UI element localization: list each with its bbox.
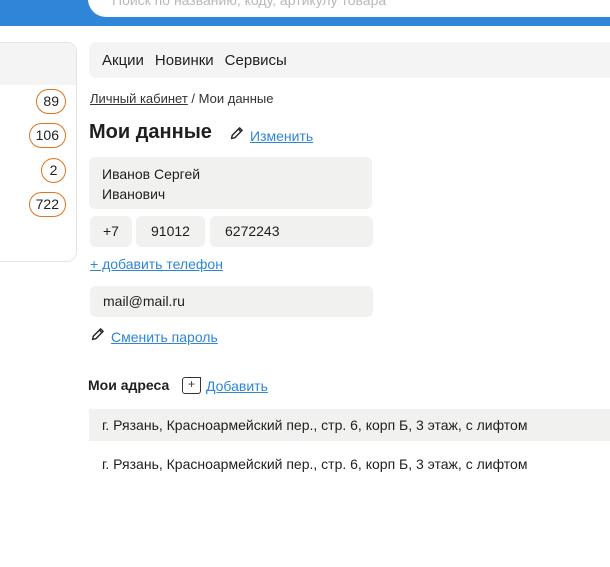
- sidebar-count-badge: 722: [28, 192, 66, 217]
- nav-item-services[interactable]: Сервисы: [225, 52, 287, 69]
- email-field[interactable]: mail@mail.ru: [90, 286, 373, 317]
- add-address-button[interactable]: + Добавить: [182, 377, 268, 394]
- address-row[interactable]: г. Рязань, Красноармейский пер., стр. 6,…: [89, 448, 610, 480]
- phone-area-code-field[interactable]: 91012: [136, 216, 205, 247]
- sidebar-count-badge: 89: [36, 89, 66, 114]
- sidebar-panel: 89 106 2 722: [0, 42, 77, 262]
- edit-profile-link[interactable]: Изменить: [250, 128, 313, 144]
- search-input-placeholder[interactable]: Поиск по названию, коду, артикулу товара: [112, 0, 386, 8]
- nav-item-promotions[interactable]: Акции: [102, 52, 144, 69]
- sidebar-count-badge: 2: [41, 158, 66, 183]
- name-line-1: Иванов Сергей: [102, 166, 201, 182]
- nav-bar: Акции Новинки Сервисы: [89, 42, 610, 78]
- pencil-icon: [90, 326, 106, 347]
- breadcrumb-separator: /: [187, 91, 199, 106]
- breadcrumb-link-account[interactable]: Личный кабинет: [90, 91, 188, 106]
- breadcrumb-current: Мои данные: [198, 91, 274, 106]
- change-password-link[interactable]: Сменить пароль: [111, 329, 218, 345]
- name-line-2: Иванович: [102, 186, 166, 202]
- phone-number-field[interactable]: 6272243: [210, 216, 373, 247]
- sidebar-panel-header: [0, 43, 76, 85]
- nav-item-new[interactable]: Новинки: [155, 52, 214, 69]
- breadcrumb: Личный кабинет / Мои данные: [90, 91, 273, 106]
- address-row[interactable]: г. Рязань, Красноармейский пер., стр. 6,…: [89, 409, 610, 441]
- edit-profile-button[interactable]: Изменить: [229, 125, 313, 146]
- phone-country-code-field[interactable]: +7: [90, 216, 132, 247]
- add-box-icon: +: [182, 377, 201, 394]
- add-phone-link[interactable]: + добавить телефон: [90, 256, 223, 272]
- add-address-link[interactable]: Добавить: [206, 378, 268, 394]
- sidebar-count-badge: 106: [28, 123, 66, 148]
- addresses-title: Мои адреса: [88, 377, 170, 393]
- full-name-field[interactable]: Иванов Сергей Иванович: [89, 157, 372, 209]
- change-password-button[interactable]: Сменить пароль: [90, 326, 218, 347]
- pencil-icon: [229, 125, 245, 146]
- page-title: Мои данные: [89, 121, 212, 143]
